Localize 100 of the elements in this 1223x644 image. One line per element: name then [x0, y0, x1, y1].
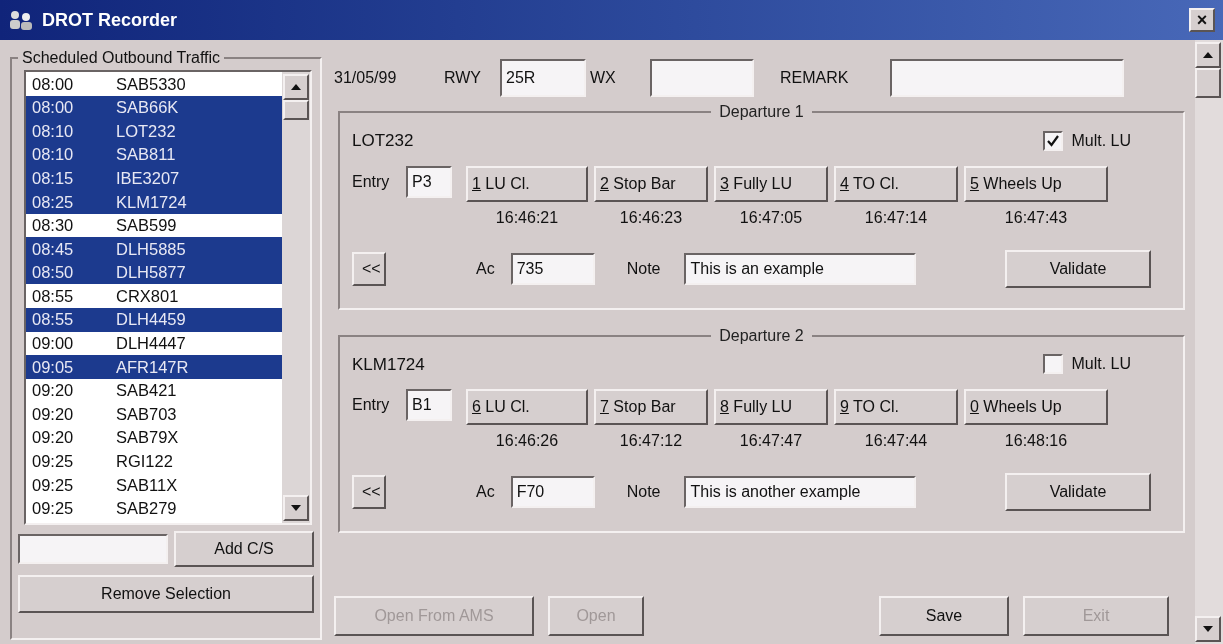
- checkbox[interactable]: [1043, 130, 1064, 151]
- callsign-cell: IBE3207: [116, 169, 180, 187]
- scroll-up-button[interactable]: [283, 74, 309, 100]
- scroll-thumb[interactable]: [283, 100, 309, 120]
- callsign-cell: SAB421: [116, 382, 177, 399]
- wx-label: WX: [590, 68, 617, 88]
- scroll-down-button[interactable]: [1195, 616, 1221, 642]
- check-icon: [1047, 134, 1060, 147]
- close-button[interactable]: ×: [1189, 8, 1215, 32]
- step-button[interactable]: 3 Fully LU: [714, 165, 828, 202]
- scroll-down-button[interactable]: [283, 495, 309, 521]
- callsign-cell: DLH4459: [116, 311, 186, 328]
- callsign-cell: SAB599: [116, 217, 177, 234]
- checkbox[interactable]: [1043, 354, 1064, 375]
- time-cell-text: 08:50: [31, 264, 75, 281]
- callsign-cell: SAB79X: [116, 429, 179, 446]
- remark-label: REMARK: [780, 68, 850, 88]
- scrollbar[interactable]: [282, 72, 310, 523]
- traffic-row[interactable]: 08:10 LOT232: [26, 119, 282, 143]
- scrollbar[interactable]: [1195, 40, 1223, 644]
- remove-button[interactable]: Remove Selection: [18, 575, 314, 613]
- traffic-row[interactable]: 08:10 SAB811: [26, 142, 282, 167]
- callsign-cell: SAB811: [116, 146, 176, 163]
- callsign-cell: SAB703: [116, 405, 177, 423]
- step-button[interactable]: 9 TO Cl.: [834, 389, 958, 425]
- callsign-cell: LOT232: [116, 122, 176, 140]
- time-cell-text: 09:00: [31, 335, 75, 352]
- date-label: 31/05/99: [334, 68, 398, 88]
- ac-field[interactable]: F70: [510, 476, 595, 508]
- time-cell-text: 08:55: [31, 287, 75, 305]
- step-button[interactable]: 8 Fully LU: [714, 389, 828, 425]
- time-cell-text: 08:55: [31, 311, 75, 328]
- callsign-cell: DLH5877: [116, 264, 186, 281]
- entry-field[interactable]: P3: [406, 165, 452, 198]
- time-cell-text: 09:20: [31, 382, 75, 399]
- validate-button[interactable]: Validate: [1005, 249, 1151, 288]
- step-button[interactable]: 6 LU Cl.: [466, 389, 588, 425]
- up-arrow-icon: [1203, 52, 1213, 58]
- callsign-label: KLM1724: [352, 353, 425, 376]
- panel-title: Departure 1: [718, 102, 805, 122]
- time-cell-text: 08:10: [31, 122, 75, 140]
- callsign-cell: SAB66K: [116, 99, 179, 116]
- traffic-row[interactable]: 08:15 IBE3207: [26, 166, 282, 190]
- step-button[interactable]: 2 Stop Bar: [594, 165, 708, 202]
- rwy-label: RWY: [444, 68, 483, 88]
- panel-title: Departure 2: [718, 325, 805, 346]
- timestamp: 16:47:44: [864, 431, 928, 451]
- scroll-up-button[interactable]: [1195, 42, 1221, 68]
- traffic-row[interactable]: 09:05 AFR147R: [26, 355, 282, 379]
- note-label: Note: [626, 482, 661, 502]
- window-title: DROT Recorder: [42, 8, 178, 32]
- scroll-thumb[interactable]: [1195, 68, 1221, 98]
- wx-field[interactable]: [650, 59, 754, 97]
- time-cell-text: 08:00: [31, 75, 75, 93]
- time-cell-text: 09:20: [31, 405, 75, 423]
- traffic-row[interactable]: 08:55 DLH4459: [26, 307, 282, 332]
- note-field[interactable]: This is another example: [684, 476, 917, 508]
- step-button[interactable]: 1 LU Cl.: [466, 165, 588, 202]
- traffic-row[interactable]: 08:45 DLH5885: [26, 237, 282, 261]
- traffic-row[interactable]: 08:25 KLM1724: [26, 189, 282, 214]
- rwy-field[interactable]: 25R: [500, 59, 586, 97]
- step-button[interactable]: 7 Stop Bar: [594, 389, 708, 425]
- callsign-cell: SAB279: [116, 500, 177, 517]
- entry-field[interactable]: B1: [406, 389, 452, 421]
- callsign-cell: DLH4447: [116, 335, 186, 352]
- up-arrow-icon: [291, 84, 301, 90]
- back-button[interactable]: <<: [352, 251, 386, 286]
- callsign-label: LOT232: [352, 130, 414, 152]
- callsign-cell: AFR147R: [116, 358, 189, 376]
- note-field[interactable]: This is an example: [684, 252, 917, 285]
- time-cell-text: 09:25: [31, 476, 75, 494]
- time-cell-text: 08:00: [31, 99, 75, 116]
- remark-field[interactable]: [890, 59, 1124, 97]
- time-cell-text: 09:25: [31, 500, 75, 517]
- step-button[interactable]: 4 TO Cl.: [834, 165, 958, 202]
- callsign-input[interactable]: [18, 534, 168, 564]
- back-button[interactable]: <<: [352, 475, 386, 509]
- callsign-cell: SAB11X: [116, 476, 178, 494]
- step-button[interactable]: 0 Wheels Up: [964, 389, 1108, 425]
- entry-label: Entry: [352, 395, 391, 415]
- traffic-list[interactable]: [24, 70, 312, 525]
- timestamp: 16:47:43: [1004, 207, 1068, 228]
- down-arrow-icon: [291, 505, 301, 511]
- callsign-cell: SAB5330: [116, 75, 186, 93]
- validate-button[interactable]: Validate: [1005, 473, 1151, 511]
- down-arrow-icon: [1203, 626, 1213, 632]
- note-label: Note: [626, 258, 661, 279]
- time-cell-text: 08:25: [31, 193, 75, 210]
- time-cell-text: 08:10: [31, 146, 75, 163]
- time-cell-text: 08:30: [31, 217, 75, 234]
- footer-button[interactable]: Save: [879, 596, 1009, 636]
- step-button[interactable]: 5 Wheels Up: [964, 165, 1108, 202]
- add-button[interactable]: Add C/S: [174, 531, 314, 567]
- ac-label: Ac: [476, 482, 495, 502]
- traffic-row[interactable]: 08:50 DLH5877: [26, 260, 282, 285]
- traffic-row[interactable]: 08:00 SAB66K: [26, 95, 282, 120]
- callsign-cell: RGI122: [116, 453, 173, 470]
- ac-field[interactable]: 735: [510, 252, 595, 285]
- callsign-cell: DLH5885: [116, 240, 186, 258]
- timestamp: 16:46:23: [619, 207, 683, 228]
